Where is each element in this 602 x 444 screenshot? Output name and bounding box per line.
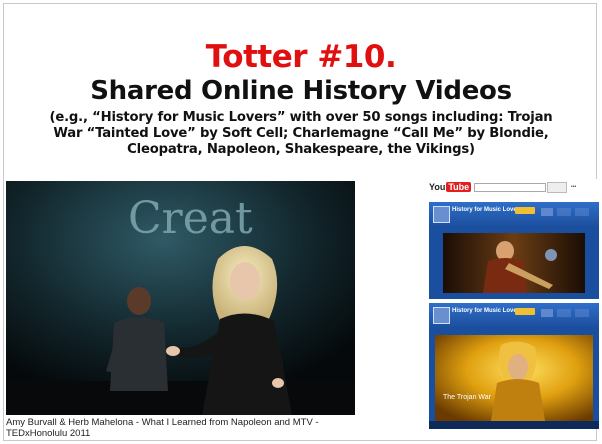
youtube-search-button[interactable] [547, 182, 567, 193]
youtube-logo-tube: Tube [446, 182, 472, 192]
video-caption-text: The Trojan War [443, 394, 492, 401]
channel-header: History for Music Lovers [429, 303, 599, 327]
youtube-header-link[interactable]: ••• [571, 184, 576, 190]
slide-subtitle: (e.g., “History for Music Lovers” with o… [49, 110, 553, 157]
channel-avatar[interactable] [433, 206, 450, 223]
youtube-channel-card-2: History for Music Lovers The Trojan War [429, 303, 599, 429]
channel-title[interactable]: History for Music Lovers [452, 207, 522, 213]
channel-tab-2[interactable] [557, 208, 571, 216]
channel-header: History for Music Lovers [429, 202, 599, 226]
youtube-search-input[interactable] [474, 183, 546, 192]
subscribe-button[interactable] [515, 207, 535, 214]
stage-screen-text: Creat [128, 193, 253, 244]
youtube-screenshot: You Tube ••• History for Music Lovers Hi… [429, 179, 599, 429]
slide-title-number: Totter #10. [205, 39, 397, 75]
youtube-logo-you: You [429, 182, 446, 192]
video-controls-bar[interactable] [429, 421, 599, 429]
channel-tab-3[interactable] [575, 309, 589, 317]
subscribe-button[interactable] [515, 308, 535, 315]
youtube-channel-card-1: History for Music Lovers [429, 202, 599, 299]
video-player-2[interactable]: The Trojan War [435, 335, 593, 421]
channel-tab-1[interactable] [541, 208, 553, 216]
photo-caption: Amy Burvall & Herb Mahelona - What I Lea… [6, 417, 319, 439]
video-frame-illustration-1 [443, 233, 585, 293]
channel-avatar[interactable] [433, 307, 450, 324]
channel-tab-1[interactable] [541, 309, 553, 317]
ted-talk-photo: Creat [6, 181, 355, 415]
channel-title[interactable]: History for Music Lovers [452, 308, 522, 314]
ted-talk-photo-illustration: Creat [6, 181, 355, 415]
video-player-1[interactable] [443, 233, 585, 293]
youtube-header: You Tube ••• [429, 179, 599, 198]
video-frame-illustration-2: The Trojan War [435, 335, 593, 421]
slide-title: Shared Online History Videos [90, 76, 512, 106]
channel-tab-2[interactable] [557, 309, 571, 317]
channel-tab-3[interactable] [575, 208, 589, 216]
youtube-logo[interactable]: You Tube [429, 182, 472, 192]
